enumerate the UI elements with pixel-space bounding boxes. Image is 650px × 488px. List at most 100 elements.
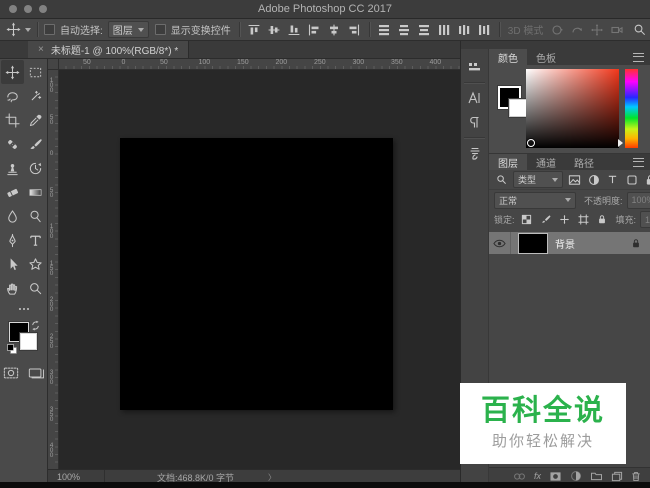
character-panel-icon[interactable] xyxy=(462,86,487,110)
pen-tool[interactable] xyxy=(1,228,24,252)
opacity-label: 不透明度: xyxy=(584,194,623,207)
clone-stamp-tool[interactable] xyxy=(1,156,24,180)
dock-spacer xyxy=(461,41,650,49)
canvas-area[interactable]: 50050100150200250300350400450 1005005010… xyxy=(48,59,460,469)
tab-color[interactable]: 颜色 xyxy=(489,49,527,65)
swap-colors-icon[interactable] xyxy=(30,320,41,331)
delete-layer-icon[interactable] xyxy=(631,471,641,482)
blur-tool[interactable] xyxy=(1,204,24,228)
crop-tool[interactable] xyxy=(1,108,24,132)
gradient-tool[interactable] xyxy=(24,180,47,204)
lock-image-icon[interactable] xyxy=(538,213,553,227)
color-background-swatch[interactable] xyxy=(509,99,527,117)
separator xyxy=(239,22,240,37)
layer-style-icon[interactable]: fx xyxy=(534,471,541,481)
fill-dropdown[interactable]: 100% xyxy=(640,211,650,228)
hand-tool[interactable] xyxy=(1,276,24,300)
auto-select-checkbox[interactable] xyxy=(44,24,55,35)
new-adjustment-layer-icon[interactable] xyxy=(570,470,582,482)
color-picker-cursor[interactable] xyxy=(527,139,535,147)
hue-slider-arrow-icon[interactable] xyxy=(618,139,623,147)
distribute-horizontal-center-icon[interactable] xyxy=(456,21,473,38)
quick-selection-tool[interactable] xyxy=(24,84,47,108)
show-transform-checkbox[interactable] xyxy=(155,24,166,35)
saturation-brightness-field[interactable] xyxy=(526,69,619,148)
smart-object-filter-icon[interactable] xyxy=(643,173,650,187)
path-selection-tool[interactable] xyxy=(1,252,24,276)
distribute-bottom-icon[interactable] xyxy=(416,21,433,38)
minimize-window-button[interactable] xyxy=(24,5,32,13)
adjustment-layer-filter-icon[interactable] xyxy=(586,173,601,187)
move-tool-icon[interactable] xyxy=(5,21,22,38)
lock-all-icon[interactable] xyxy=(595,213,610,227)
move-tool[interactable] xyxy=(1,60,24,84)
background-color-swatch[interactable] xyxy=(20,333,37,350)
lock-position-icon[interactable] xyxy=(557,213,572,227)
tool-preset-caret-icon[interactable] xyxy=(25,28,31,32)
eraser-tool[interactable] xyxy=(1,180,24,204)
edit-toolbar-icon[interactable] xyxy=(19,308,29,310)
distribute-top-icon[interactable] xyxy=(376,21,393,38)
document-canvas[interactable] xyxy=(120,138,393,410)
distribute-vertical-center-icon[interactable] xyxy=(396,21,413,38)
tab-channels[interactable]: 通道 xyxy=(527,154,565,170)
visibility-toggle[interactable] xyxy=(489,232,511,254)
align-vertical-center-icon[interactable] xyxy=(266,21,283,38)
brush-settings-panel-icon[interactable] xyxy=(462,141,487,165)
history-brush-tool[interactable] xyxy=(24,156,47,180)
ruler-label-h: 200 xyxy=(276,59,288,66)
tab-layers[interactable]: 图层 xyxy=(489,154,527,170)
rectangular-marquee-tool[interactable] xyxy=(24,60,47,84)
align-left-icon[interactable] xyxy=(306,21,323,38)
hue-slider[interactable] xyxy=(625,69,638,148)
default-colors-icon[interactable] xyxy=(7,344,17,354)
brush-tool[interactable] xyxy=(24,132,47,156)
align-bottom-icon[interactable] xyxy=(286,21,303,38)
zoom-window-button[interactable] xyxy=(39,5,47,13)
eyedropper-tool[interactable] xyxy=(24,108,47,132)
type-tool[interactable] xyxy=(24,228,47,252)
align-top-icon[interactable] xyxy=(246,21,263,38)
layers-panel-menu-icon[interactable] xyxy=(627,154,650,170)
filter-kind-dropdown[interactable]: 类型 xyxy=(513,171,563,188)
distribute-right-icon[interactable] xyxy=(476,21,493,38)
lasso-tool[interactable] xyxy=(1,84,24,108)
search-icon[interactable] xyxy=(631,21,648,38)
tab-swatches[interactable]: 色板 xyxy=(527,49,565,65)
link-layers-icon[interactable] xyxy=(513,472,526,481)
tab-paths[interactable]: 路径 xyxy=(565,154,603,170)
pixel-layer-filter-icon[interactable] xyxy=(567,173,582,187)
document-tab[interactable]: × 未标题-1 @ 100%(RGB/8*) * xyxy=(28,41,189,58)
custom-shape-tool[interactable] xyxy=(24,252,47,276)
new-layer-icon[interactable] xyxy=(611,471,623,482)
align-horizontal-center-icon[interactable] xyxy=(326,21,343,38)
layer-thumbnail[interactable] xyxy=(518,233,548,254)
quick-mask-button[interactable] xyxy=(3,366,19,380)
type-layer-filter-icon[interactable] xyxy=(605,173,620,187)
status-expand-icon[interactable]: 〉 xyxy=(268,472,276,483)
swatches-panel-icon[interactable] xyxy=(462,55,487,79)
spot-healing-brush-tool[interactable] xyxy=(1,132,24,156)
align-right-icon[interactable] xyxy=(346,21,363,38)
ruler-horizontal: 50050100150200250300350400450 xyxy=(58,59,460,70)
lock-transparent-icon[interactable] xyxy=(519,213,534,227)
dodge-tool[interactable] xyxy=(24,204,47,228)
close-window-button[interactable] xyxy=(9,5,17,13)
screen-mode-button[interactable] xyxy=(28,366,44,380)
lock-artboard-icon[interactable] xyxy=(576,213,591,227)
opacity-dropdown[interactable]: 100% xyxy=(627,192,650,209)
zoom-tool[interactable] xyxy=(24,276,47,300)
new-group-icon[interactable] xyxy=(590,471,603,481)
auto-select-dropdown[interactable]: 图层 xyxy=(108,21,149,38)
ruler-label-h: 400 xyxy=(430,59,442,66)
layers-filter-row: 类型 xyxy=(489,170,650,190)
layer-row-background[interactable]: 背景 xyxy=(489,232,650,254)
blend-mode-dropdown[interactable]: 正常 xyxy=(494,192,576,209)
shape-layer-filter-icon[interactable] xyxy=(624,173,639,187)
ruler-label-h: 150 xyxy=(237,59,249,66)
paragraph-panel-icon[interactable] xyxy=(462,110,487,134)
distribute-left-icon[interactable] xyxy=(436,21,453,38)
layer-mask-icon[interactable] xyxy=(549,471,562,482)
color-panel-menu-icon[interactable] xyxy=(627,49,650,65)
close-tab-icon[interactable]: × xyxy=(38,44,44,55)
